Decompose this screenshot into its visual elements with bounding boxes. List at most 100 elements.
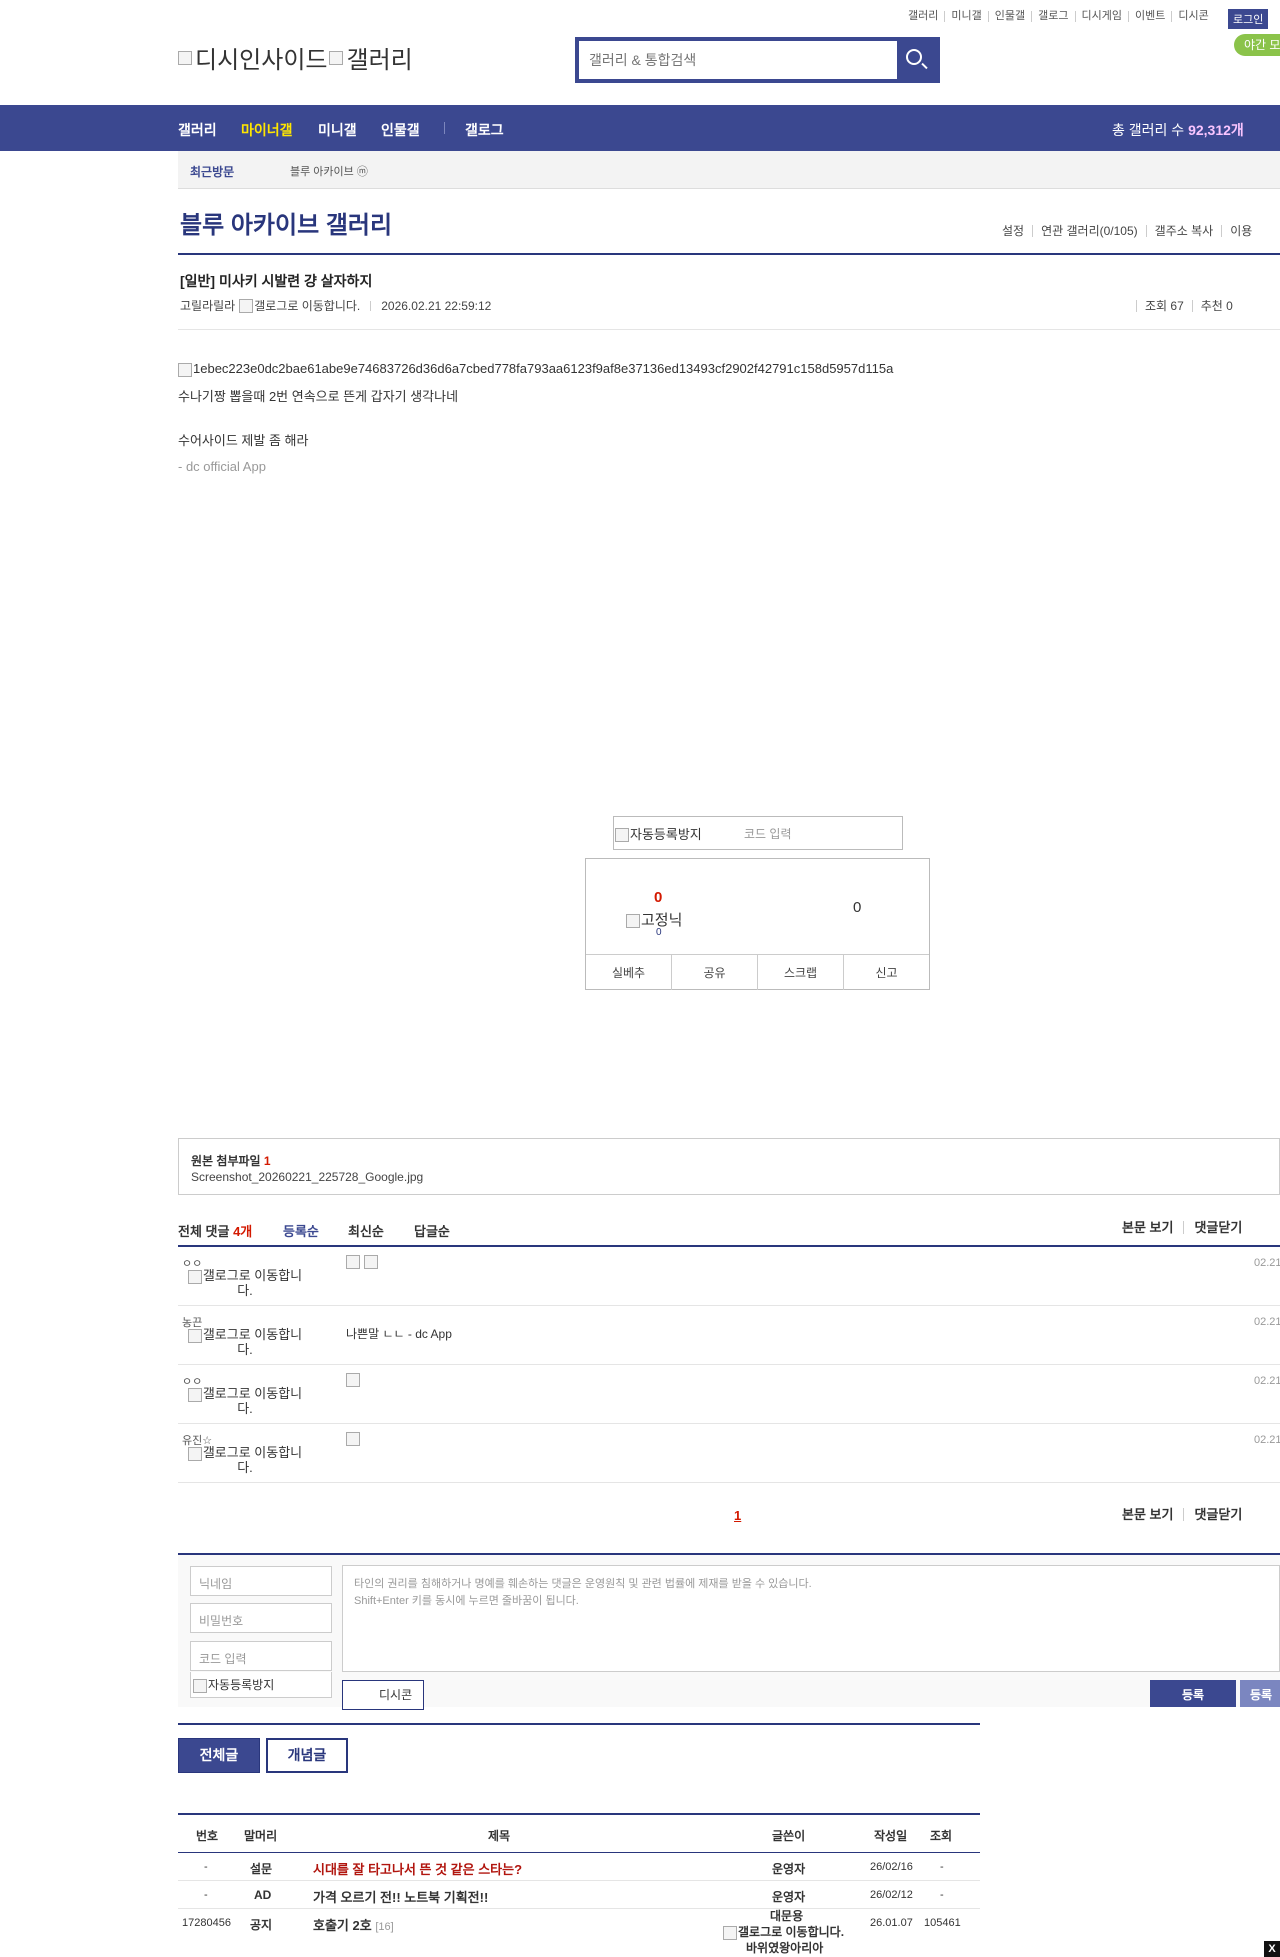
nickname-input[interactable]: 닉네임 — [190, 1566, 332, 1596]
top-link-minigall[interactable]: 미니갤 — [944, 11, 987, 22]
attachment-title-label: 원본 첨부파일 — [191, 1154, 264, 1168]
close-comments-button[interactable]: 댓글닫기 — [1183, 1221, 1252, 1234]
comment-gallog-alt: 갤로그로 이동합니다. — [202, 1327, 303, 1357]
attachment-file-link[interactable]: Screenshot_20260221_225728_Google.jpg — [191, 1170, 423, 1184]
sort-registered[interactable]: 등록순 — [283, 1221, 319, 1240]
recommend-captcha: 자동등록방지 코드 입력 — [613, 816, 903, 850]
dccon-broken-image-icon-2 — [364, 1255, 378, 1269]
top-link-dccon[interactable]: 디시콘 — [1171, 11, 1214, 22]
report-button[interactable]: 신고 — [843, 955, 929, 990]
comment-text: 나쁜말 ㄴㄴ - dc App — [346, 1327, 452, 1341]
gallery-settings[interactable]: 설정 — [994, 225, 1032, 237]
table-row[interactable]: - 설문 시대를 잘 타고나서 뜬 것 같은 스타는? 운영자 26/02/16… — [178, 1853, 980, 1881]
top-link-persongall[interactable]: 인물갤 — [987, 11, 1031, 22]
table-row[interactable]: 17280456 공지 호출기 2호 [16] 대문용 갤로그로 이동합니다. … — [178, 1909, 980, 1957]
recommend-down-count[interactable]: 0 — [853, 899, 861, 916]
post-views: 조회 67 — [1136, 300, 1192, 312]
tab-all-posts[interactable]: 전체글 — [178, 1738, 260, 1773]
recommend-actions: 실베추 공유 스크랩 신고 — [586, 954, 929, 990]
close-button[interactable]: X — [1264, 1941, 1280, 1957]
recommend-up-count[interactable]: 0 — [654, 889, 662, 906]
gallog-broken-image-icon — [239, 298, 254, 313]
top-link-event[interactable]: 이벤트 — [1127, 11, 1171, 22]
night-mode-button[interactable]: 야간 모 — [1234, 34, 1280, 56]
nav-gallery[interactable]: 갤러리 — [178, 120, 217, 140]
comment-submit-recommend-button[interactable]: 등록 — [1240, 1680, 1280, 1710]
comment-date: 02.21 — [1254, 1375, 1280, 1387]
nav-minor-gallery[interactable]: 마이너갤 — [241, 120, 293, 140]
col-head: 말머리 — [244, 1829, 278, 1843]
login-button[interactable]: 로그인 — [1228, 9, 1269, 29]
gallery-menu: 설정 연관 갤러리(0/105) 갤주소 복사 이용 — [994, 225, 1260, 237]
row-title[interactable]: 시대를 잘 타고나서 뜬 것 같은 스타는? — [313, 1859, 522, 1878]
comment-gallog-alt: 갤로그로 이동합니다. — [202, 1445, 303, 1475]
password-input[interactable]: 비밀번호 — [190, 1603, 332, 1633]
table-row[interactable]: - AD 가격 오르기 전!! 노트북 기획전!! 운영자 26/02/12 - — [178, 1881, 980, 1909]
nav-mini-gallery[interactable]: 미니갤 — [318, 120, 357, 140]
col-title: 제목 — [488, 1829, 511, 1843]
top-links: 갤러리 미니갤 인물갤 갤로그 디시게임 이벤트 디시콘 — [902, 11, 1215, 22]
nav-person-gallery[interactable]: 인물갤 — [381, 120, 420, 140]
comment-gallog-broken-image-icon — [187, 1269, 202, 1284]
fixed-nick-recommend: 고정닉 — [626, 909, 682, 930]
comment-page-1[interactable]: 1 — [734, 1508, 741, 1523]
comment-textarea[interactable]: 타인의 권리를 침해하거나 명예를 훼손하는 댓글은 운영원칙 및 관련 법률에… — [342, 1565, 1280, 1672]
top-link-gallery[interactable]: 갤러리 — [902, 11, 944, 22]
top-link-dcgame[interactable]: 디시게임 — [1074, 11, 1128, 22]
comment-submit-button[interactable]: 등록 — [1150, 1680, 1236, 1710]
row-writer-gallog-alt: 갤로그로 이동합니다. — [738, 1925, 845, 1939]
tab-concept-posts[interactable]: 개념글 — [266, 1738, 348, 1773]
best-recommend-button[interactable]: 실베추 — [586, 955, 671, 990]
row-gallog-broken-image-icon — [723, 1925, 737, 1940]
share-button[interactable]: 공유 — [671, 955, 757, 990]
row-date: 26.01.07 — [870, 1917, 913, 1929]
close-comments-button-bottom[interactable]: 댓글닫기 — [1183, 1508, 1252, 1521]
attachment-title: 원본 첨부파일 1 — [191, 1152, 271, 1169]
top-link-gallog[interactable]: 갤로그 — [1031, 11, 1074, 22]
post-body-line-1: 수나기짱 뽑을때 2번 연속으로 뜬게 갑자기 생각나네 — [178, 389, 459, 404]
row-writer[interactable]: 대문용 — [770, 1907, 803, 1924]
gallery-title[interactable]: 블루 아카이브 갤러리 — [180, 205, 392, 240]
row-writer[interactable]: 운영자 — [772, 1860, 805, 1877]
sort-replies[interactable]: 답글순 — [414, 1221, 450, 1240]
copy-gallery-address[interactable]: 갤주소 복사 — [1145, 225, 1222, 237]
comment-gallog[interactable]: 갤로그로 이동합니다. — [182, 1269, 308, 1298]
comment-row: 유진☆ 갤로그로 이동합니다. 02.21 — [178, 1424, 1280, 1483]
comment-write-area: 닉네임 비밀번호 코드 입력 자동등록방지 타인의 권리를 침해하거나 명예를 … — [178, 1555, 1280, 1710]
search-input[interactable] — [579, 41, 897, 79]
row-writer-gallog[interactable]: 갤로그로 이동합니다. — [723, 1923, 844, 1940]
comment-gallog-broken-image-icon — [187, 1446, 202, 1461]
total-gallery-count: 총 갤러리 수 92,312개 — [1112, 120, 1244, 140]
search-button[interactable] — [896, 41, 936, 79]
attachment-box: 원본 첨부파일 1 Screenshot_20260221_225728_Goo… — [178, 1138, 1280, 1195]
view-post-button-bottom[interactable]: 본문 보기 — [1122, 1508, 1183, 1521]
main-nav: 갤러리 마이너갤 미니갤 인물갤 갤로그 총 갤러리 수 92,312개 — [0, 105, 1280, 151]
nav-gallog[interactable]: 갤로그 — [465, 120, 504, 140]
comment-actions-top: 본문 보기 댓글닫기 — [1122, 1221, 1252, 1234]
view-post-button[interactable]: 본문 보기 — [1122, 1221, 1183, 1234]
gallery-usage[interactable]: 이용 — [1221, 225, 1260, 237]
recent-visit-item[interactable]: 블루 아카이브 ⓜ — [290, 163, 368, 179]
comment-row: ㅇㅇ 갤로그로 이동합니다. 02.21 — [178, 1247, 1280, 1306]
comment-gallog[interactable]: 갤로그로 이동합니다. — [182, 1328, 308, 1357]
comment-gallog[interactable]: 갤로그로 이동합니다. — [182, 1387, 308, 1416]
post-author-gallog[interactable]: 갤로그로 이동합니다. — [254, 297, 360, 314]
comment-textarea-notice: 타인의 권리를 침해하거나 명예를 훼손하는 댓글은 운영원칙 및 관련 법률에… — [354, 1578, 812, 1590]
search-icon — [906, 49, 922, 65]
comment-dccon — [346, 1255, 378, 1269]
sort-latest[interactable]: 최신순 — [348, 1221, 384, 1240]
captcha-input[interactable]: 코드 입력 — [744, 825, 792, 842]
row-title[interactable]: 호출기 2호 [16] — [313, 1915, 394, 1934]
list-header: 번호 말머리 제목 글쓴이 작성일 조회 — [178, 1813, 980, 1853]
dccon-broken-image-icon — [346, 1373, 360, 1387]
comment-gallog-alt: 갤로그로 이동합니다. — [202, 1386, 303, 1416]
scrap-button[interactable]: 스크랩 — [757, 955, 843, 990]
dccon-button[interactable]: 디시콘 — [342, 1680, 424, 1710]
code-input[interactable]: 코드 입력 — [190, 1641, 332, 1671]
related-galleries[interactable]: 연관 갤러리(0/105) — [1032, 225, 1146, 237]
row-writer[interactable]: 운영자 — [772, 1888, 805, 1905]
comment-gallog[interactable]: 갤로그로 이동합니다. — [182, 1446, 308, 1475]
post-author[interactable]: 고릴라릴라 — [180, 297, 235, 314]
site-logo[interactable]: 디시인사이드 갤러리 — [178, 40, 413, 75]
row-title[interactable]: 가격 오르기 전!! 노트북 기획전!! — [313, 1887, 488, 1906]
